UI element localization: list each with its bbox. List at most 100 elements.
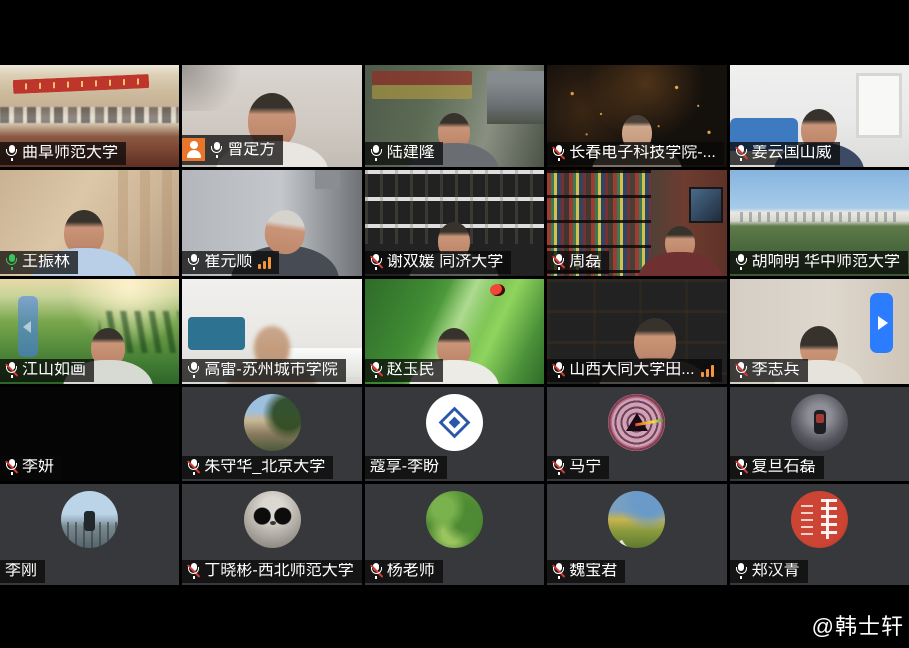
mic-muted-icon <box>552 145 565 161</box>
name-pill: 马宁 <box>547 456 609 479</box>
participant-tile-18[interactable]: 蔻享-李盼 <box>365 387 544 481</box>
participant-tile-21[interactable]: 李刚 <box>0 484 179 585</box>
mic-muted-icon <box>5 459 18 475</box>
prev-page-button[interactable] <box>18 296 38 357</box>
koushare-logo-icon <box>437 405 472 440</box>
name-pill: 丁晓彬-西北师范大学 <box>182 560 361 583</box>
participant-tile-24[interactable]: 魏宝君 <box>547 484 726 585</box>
participant-name: 朱守华_北京大学 <box>204 459 325 475</box>
participant-tile-19[interactable]: 马宁 <box>547 387 726 481</box>
name-pill: 山西大同大学田... <box>547 359 721 382</box>
participant-tile-7[interactable]: 崔元顺 <box>182 170 361 276</box>
participant-name: 曲阜师范大学 <box>22 145 118 161</box>
mic-muted-icon <box>370 362 383 378</box>
mic-muted-icon <box>5 362 18 378</box>
participant-name: 高雷-苏州城市学院 <box>204 362 337 378</box>
name-pill: 长春电子科技学院-... <box>547 142 724 165</box>
participant-tile-10[interactable]: 胡响明 华中师范大学 <box>730 170 909 276</box>
mic-on-icon <box>187 254 200 270</box>
participant-tile-20[interactable]: 复旦石磊 <box>730 387 909 481</box>
host-badge-icon <box>182 138 205 161</box>
participant-tile-9[interactable]: 周磊 <box>547 170 726 276</box>
participant-name: 郑汉青 <box>752 563 800 579</box>
mic-muted-icon <box>187 563 200 579</box>
chevron-left-icon <box>23 321 31 333</box>
participant-name: 山西大同大学田... <box>569 362 694 378</box>
mic-muted-icon <box>370 563 383 579</box>
participant-tile-4[interactable]: 长春电子科技学院-... <box>547 65 726 167</box>
participant-tile-14[interactable]: 山西大同大学田... <box>547 279 726 384</box>
name-pill: 朱守华_北京大学 <box>182 456 333 479</box>
name-pill: 复旦石磊 <box>730 456 824 479</box>
participant-name: 王振林 <box>22 254 70 270</box>
avatar <box>244 491 301 548</box>
next-page-button[interactable] <box>870 293 893 353</box>
participant-tile-6[interactable]: 王振林 <box>0 170 179 276</box>
participant-name: 陆建隆 <box>387 145 435 161</box>
participant-tile-8[interactable]: 谢双媛 同济大学 <box>365 170 544 276</box>
name-pill: 魏宝君 <box>547 560 625 583</box>
participant-name: 江山如画 <box>22 362 86 378</box>
avatar <box>608 394 665 451</box>
mic-muted-icon <box>735 145 748 161</box>
volume-bars-icon <box>701 364 714 377</box>
participant-tile-5[interactable]: 姜云国山威 <box>730 65 909 167</box>
chevron-right-icon <box>878 316 888 330</box>
participant-name: 马宁 <box>569 459 601 475</box>
name-pill: 郑汉青 <box>730 560 808 583</box>
participant-name: 长春电子科技学院-... <box>569 145 716 161</box>
name-pill: 李志兵 <box>730 359 808 382</box>
participant-name: 姜云国山威 <box>752 145 832 161</box>
meeting-window: 曲阜师范大学 曾定方 陆建隆 长春电子科技学院-.. <box>0 0 909 648</box>
participant-name: 赵玉民 <box>387 362 435 378</box>
participant-name: 曾定方 <box>227 142 275 158</box>
participant-tile-3[interactable]: 陆建隆 <box>365 65 544 167</box>
avatar <box>426 394 483 451</box>
participant-name: 复旦石磊 <box>752 459 816 475</box>
participant-tile-17[interactable]: 朱守华_北京大学 <box>182 387 361 481</box>
mic-on-icon <box>210 142 223 158</box>
participant-tile-22[interactable]: 丁晓彬-西北师范大学 <box>182 484 361 585</box>
mic-speaking-icon <box>5 254 18 270</box>
name-pill: 谢双媛 同济大学 <box>365 251 511 274</box>
mic-on-icon <box>187 362 200 378</box>
participant-name: 崔元顺 <box>204 254 252 270</box>
participant-name: 杨老师 <box>387 563 435 579</box>
name-pill: 李妍 <box>0 456 62 479</box>
mic-muted-icon <box>735 362 748 378</box>
avatar <box>608 491 665 548</box>
participant-grid: 曲阜师范大学 曾定方 陆建隆 长春电子科技学院-.. <box>0 65 909 585</box>
participant-name: 李刚 <box>5 563 37 579</box>
name-pill: 江山如画 <box>0 359 94 382</box>
name-pill: 曾定方 <box>182 135 283 165</box>
name-pill: 崔元顺 <box>182 251 279 274</box>
name-pill: 姜云国山威 <box>730 142 840 165</box>
name-pill: 赵玉民 <box>365 359 443 382</box>
avatar <box>426 491 483 548</box>
participant-tile-25[interactable]: 郑汉青 <box>730 484 909 585</box>
mic-muted-icon <box>187 459 200 475</box>
name-pill: 杨老师 <box>365 560 443 583</box>
avatar <box>61 491 118 548</box>
participant-name: 丁晓彬-西北师范大学 <box>204 563 353 579</box>
participant-tile-23[interactable]: 杨老师 <box>365 484 544 585</box>
avatar <box>791 491 848 548</box>
avatar <box>791 394 848 451</box>
watermark: @韩士轩 <box>812 609 904 641</box>
participant-tile-2[interactable]: 曾定方 <box>182 65 361 167</box>
mic-muted-icon <box>370 254 383 270</box>
participant-tile-1[interactable]: 曲阜师范大学 <box>0 65 179 167</box>
name-pill: 李刚 <box>0 560 45 583</box>
participant-tile-12[interactable]: 高雷-苏州城市学院 <box>182 279 361 384</box>
mic-on-icon <box>370 145 383 161</box>
name-pill: 周磊 <box>547 251 609 274</box>
participant-name: 谢双媛 同济大学 <box>387 254 503 270</box>
participant-tile-13[interactable]: 赵玉民 <box>365 279 544 384</box>
name-pill: 蔻享-李盼 <box>365 456 447 479</box>
participant-name: 李志兵 <box>752 362 800 378</box>
mic-on-icon <box>735 563 748 579</box>
participant-tile-16[interactable]: 李妍 <box>0 387 179 481</box>
name-pill: 王振林 <box>0 251 78 274</box>
participant-name: 胡响明 华中师范大学 <box>752 254 900 270</box>
mic-muted-icon <box>552 459 565 475</box>
